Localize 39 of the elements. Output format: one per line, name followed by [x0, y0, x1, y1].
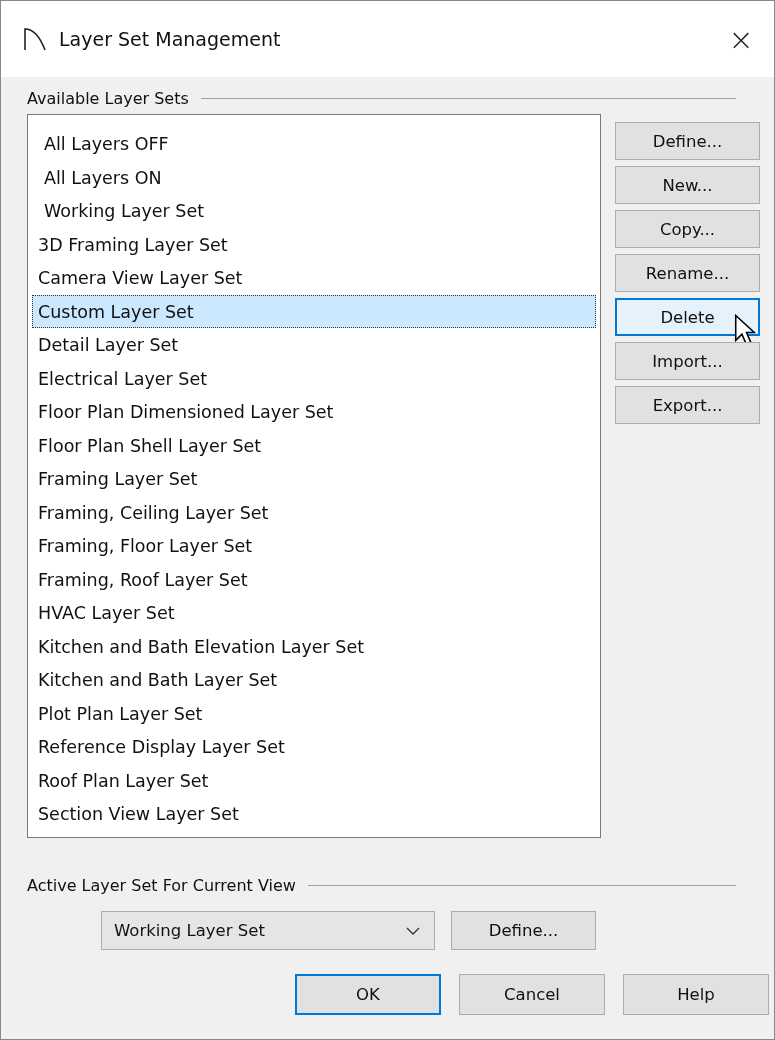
list-item[interactable]: All Layers OFF: [32, 127, 596, 161]
action-button[interactable]: Export...: [615, 386, 760, 424]
window-title: Layer Set Management: [59, 28, 282, 50]
list-item[interactable]: Kitchen and Bath Layer Set: [32, 663, 596, 697]
list-item[interactable]: Roof Plan Layer Set: [32, 763, 596, 797]
close-button[interactable]: ×: [712, 11, 770, 67]
layer-set-dropdown[interactable]: Working Layer Set: [101, 911, 435, 950]
list-item[interactable]: Floor Plan Dimensioned Layer Set: [32, 395, 596, 429]
list-item[interactable]: Framing, Roof Layer Set: [32, 562, 596, 596]
list-item[interactable]: Working Layer Set: [32, 194, 596, 228]
dialog-button[interactable]: OK: [295, 974, 441, 1015]
list-item[interactable]: Detail Layer Set: [32, 328, 596, 362]
list-item[interactable]: All Layers ON: [32, 160, 596, 194]
list-item[interactable]: Reference Display Layer Set: [32, 730, 596, 764]
list-item[interactable]: Framing, Ceiling Layer Set: [32, 495, 596, 529]
group-label: Active Layer Set For Current View: [27, 876, 296, 895]
group-label: Available Layer Sets: [27, 89, 189, 108]
define-button[interactable]: Define...: [451, 911, 596, 950]
list-item[interactable]: Floor Plan Shell Layer Set: [32, 428, 596, 462]
list-item[interactable]: Plot Plan Layer Set: [32, 696, 596, 730]
action-button[interactable]: Define...: [615, 122, 760, 160]
dialog-button[interactable]: Help: [623, 974, 769, 1015]
list-item[interactable]: Section View Layer Set: [32, 797, 596, 831]
list-item[interactable]: Kitchen and Bath Elevation Layer Set: [32, 629, 596, 663]
action-button[interactable]: New...: [615, 166, 760, 204]
chevron-down-icon: [406, 926, 420, 935]
list-item[interactable]: Custom Layer Set: [32, 294, 596, 328]
layer-set-list[interactable]: [27, 114, 601, 838]
list-item[interactable]: Electrical Layer Set: [32, 361, 596, 395]
list-item[interactable]: Framing, Floor Layer Set: [32, 529, 596, 563]
action-button[interactable]: Copy...: [615, 210, 760, 248]
list-item[interactable]: 3D Framing Layer Set: [32, 227, 596, 261]
list-item[interactable]: HVAC Layer Set: [32, 596, 596, 630]
arc-icon: [23, 26, 47, 52]
list-item[interactable]: Camera View Layer Set: [32, 261, 596, 295]
list-item[interactable]: Framing Layer Set: [32, 462, 596, 496]
action-button[interactable]: Import...: [615, 342, 760, 380]
action-button[interactable]: Rename...: [615, 254, 760, 292]
dialog-button[interactable]: Cancel: [459, 974, 605, 1015]
